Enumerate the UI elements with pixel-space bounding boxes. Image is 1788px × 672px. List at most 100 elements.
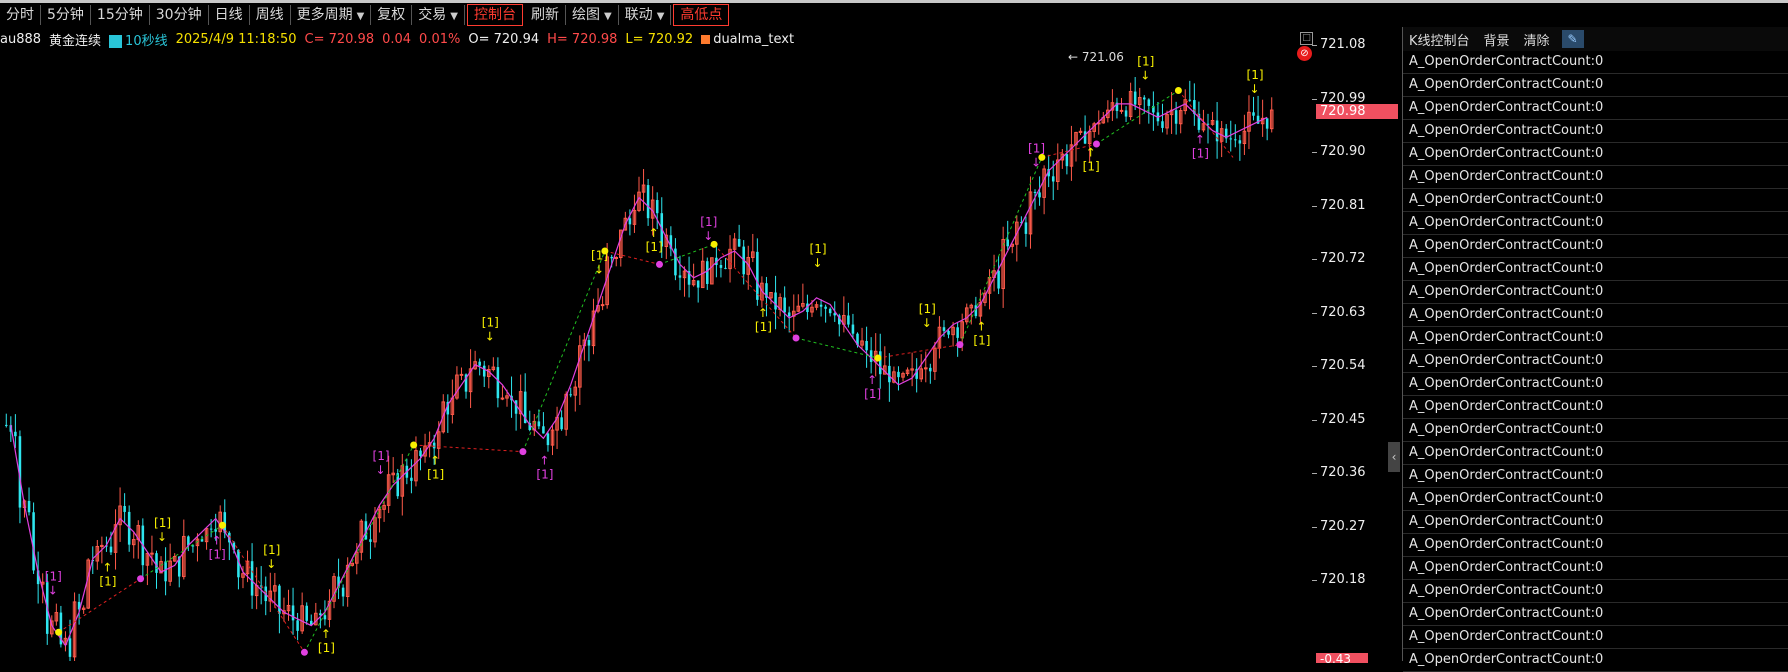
chevron-down-icon: ▼ bbox=[450, 11, 458, 22]
candle-body bbox=[1142, 97, 1146, 100]
toolbar-button-1[interactable]: 5分钟 bbox=[41, 5, 91, 25]
signal-arrow-icon: ↑ bbox=[321, 627, 331, 641]
axis-tick-mark bbox=[1312, 45, 1317, 46]
signal-marker-label: [1] bbox=[427, 467, 444, 481]
candle-body bbox=[1033, 191, 1037, 193]
candle-body bbox=[419, 450, 422, 457]
candle-body bbox=[369, 539, 372, 542]
signal-marker-label: [1] bbox=[45, 570, 62, 584]
candle-body bbox=[482, 365, 486, 377]
toolbar-button-6[interactable]: 更多周期 ▼ bbox=[291, 5, 372, 25]
candle-body bbox=[1234, 139, 1237, 141]
background-button[interactable]: 背景 bbox=[1484, 30, 1510, 49]
signal-arrow-icon: ↑ bbox=[539, 453, 549, 467]
toolbar-button-label: 高低点 bbox=[680, 7, 723, 23]
candle-body bbox=[296, 620, 299, 631]
toolbar-button-10[interactable]: 刷新 bbox=[525, 5, 566, 25]
toolbar-button-12[interactable]: 联动 ▼ bbox=[619, 5, 672, 25]
candle-body bbox=[546, 433, 550, 446]
signal-marker-label: [1] bbox=[154, 516, 171, 530]
signal-arrow-icon: ↑ bbox=[102, 560, 112, 574]
axis-tick-mark bbox=[1312, 526, 1317, 528]
candle-body bbox=[410, 477, 413, 481]
axis-tick-mark bbox=[1312, 580, 1317, 581]
console-row: A_OpenOrderContractCount:0 bbox=[1403, 511, 1788, 534]
collapse-panel-button[interactable]: ‹ bbox=[1388, 442, 1400, 472]
toolbar-button-3[interactable]: 30分钟 bbox=[150, 5, 209, 25]
candle-body bbox=[459, 373, 464, 376]
kline-chart[interactable]: [1] ↓ [1] ↑ [1] ↓ [1] ↑ [1] ↓ [1] ↑ [1] ↓ [1] ↑ [1] ↓ [1] ↑… bbox=[0, 27, 1310, 661]
candle-body bbox=[847, 315, 850, 325]
console-row: A_OpenOrderContractCount:0 bbox=[1403, 281, 1788, 304]
swing-dashed-line bbox=[959, 157, 1043, 345]
symbol-code: au888 bbox=[0, 31, 42, 47]
candle-body bbox=[888, 365, 891, 383]
kline-chart-canvas[interactable]: [1]↓[1]↑[1]↓[1]↑[1]↓[1]↑[1]↓ [1]↑[1]↓[1]↑… bbox=[0, 27, 1310, 661]
candle-body bbox=[956, 327, 959, 338]
remove-icon[interactable]: ⊘ bbox=[1297, 46, 1312, 61]
signal-marker-label: [1] bbox=[99, 574, 116, 588]
signal-arrow-icon: ↓ bbox=[157, 530, 167, 544]
toolbar-button-5[interactable]: 周线 bbox=[250, 5, 291, 25]
toolbar-button-11[interactable]: 绘图 ▼ bbox=[566, 5, 619, 25]
candle-body bbox=[1229, 138, 1233, 140]
toolbar-button-label: 30分钟 bbox=[155, 7, 202, 23]
candle-body bbox=[774, 292, 777, 310]
candle-body bbox=[569, 394, 572, 396]
candle-body bbox=[851, 324, 855, 334]
axis-tick-label: 720.72 bbox=[1320, 251, 1366, 266]
candle-body bbox=[155, 553, 158, 573]
toolbar-button-label: 刷新 bbox=[530, 7, 559, 23]
candle-body bbox=[341, 587, 345, 597]
toolbar-button-0[interactable]: 分时 bbox=[0, 5, 41, 25]
price-axis: 721.08 720.99 720.90 720.81 720.72 720.63 720.… bbox=[1312, 27, 1402, 661]
console-row: A_OpenOrderContractCount:0 bbox=[1403, 419, 1788, 442]
candle-body bbox=[737, 239, 741, 247]
console-row: A_OpenOrderContractCount:0 bbox=[1403, 626, 1788, 649]
pivot-dot bbox=[792, 334, 800, 342]
candle-body bbox=[278, 585, 281, 614]
toolbar-button-2[interactable]: 15分钟 bbox=[91, 5, 150, 25]
pivot-dot bbox=[519, 448, 527, 456]
toolbar-button-7[interactable]: 复权 bbox=[371, 5, 413, 25]
bottom-price-badge: -0.43 bbox=[1316, 653, 1368, 663]
console-row: A_OpenOrderContractCount:0 bbox=[1403, 143, 1788, 166]
candle-body bbox=[942, 327, 946, 331]
console-row: A_OpenOrderContractCount:0 bbox=[1403, 258, 1788, 281]
toolbar: 分时 5分钟 15分钟 30分钟 日线 周线 更多周期 ▼ 复权 交易 ▼ 控制台 刷新 绘图 ▼ 联动 ▼ 高低… bbox=[0, 3, 1788, 27]
signal-marker-label: [1] bbox=[263, 543, 280, 557]
candle-body bbox=[878, 351, 882, 375]
signal-arrow-icon: ↓ bbox=[703, 229, 713, 243]
console-row: A_OpenOrderContractCount:0 bbox=[1403, 580, 1788, 603]
console-row: A_OpenOrderContractCount:0 bbox=[1403, 534, 1788, 557]
signal-marker-label: [1] bbox=[1192, 146, 1209, 160]
pivot-dot bbox=[655, 260, 663, 268]
low-label: L= 720.92 bbox=[625, 31, 694, 47]
console-row: A_OpenOrderContractCount:0 bbox=[1403, 327, 1788, 350]
console-row: A_OpenOrderContractCount:0 bbox=[1403, 166, 1788, 189]
kline-console-panel: K线控制台 背景 清除 ✎ A_OpenOrderContractCount:0… bbox=[1402, 27, 1788, 672]
candle-body bbox=[1238, 140, 1242, 144]
signal-marker-label: [1] bbox=[700, 215, 717, 229]
candle-body bbox=[1265, 118, 1269, 129]
axis-tick-mark bbox=[1312, 473, 1317, 474]
toolbar-button-8[interactable]: 交易 ▼ bbox=[412, 5, 465, 25]
toolbar-button-4[interactable]: 日线 bbox=[209, 5, 250, 25]
console-row: A_OpenOrderContractCount:0 bbox=[1403, 97, 1788, 120]
toolbar-button-label: 15分钟 bbox=[96, 7, 143, 23]
signal-marker-label: [1] bbox=[482, 315, 499, 329]
candle-body bbox=[1024, 222, 1028, 234]
signal-marker-label: [1] bbox=[591, 249, 608, 263]
chevron-down-icon: ▼ bbox=[656, 11, 665, 22]
signal-marker-label: [1] bbox=[919, 302, 936, 316]
pin-icon[interactable]: ✎ bbox=[1561, 30, 1584, 48]
tab-console[interactable]: K线控制台 bbox=[1409, 30, 1470, 49]
candle-body bbox=[1051, 176, 1055, 182]
axis-tick-label: 720.45 bbox=[1320, 411, 1366, 427]
clear-button[interactable]: 清除 bbox=[1524, 30, 1550, 49]
candle-body bbox=[610, 256, 613, 259]
signal-arrow-icon: ↑ bbox=[1195, 132, 1205, 146]
toolbar-button-9[interactable]: 控制台 bbox=[466, 4, 523, 26]
candle-body bbox=[587, 340, 591, 346]
toolbar-button-13[interactable]: 高低点 bbox=[673, 4, 730, 26]
